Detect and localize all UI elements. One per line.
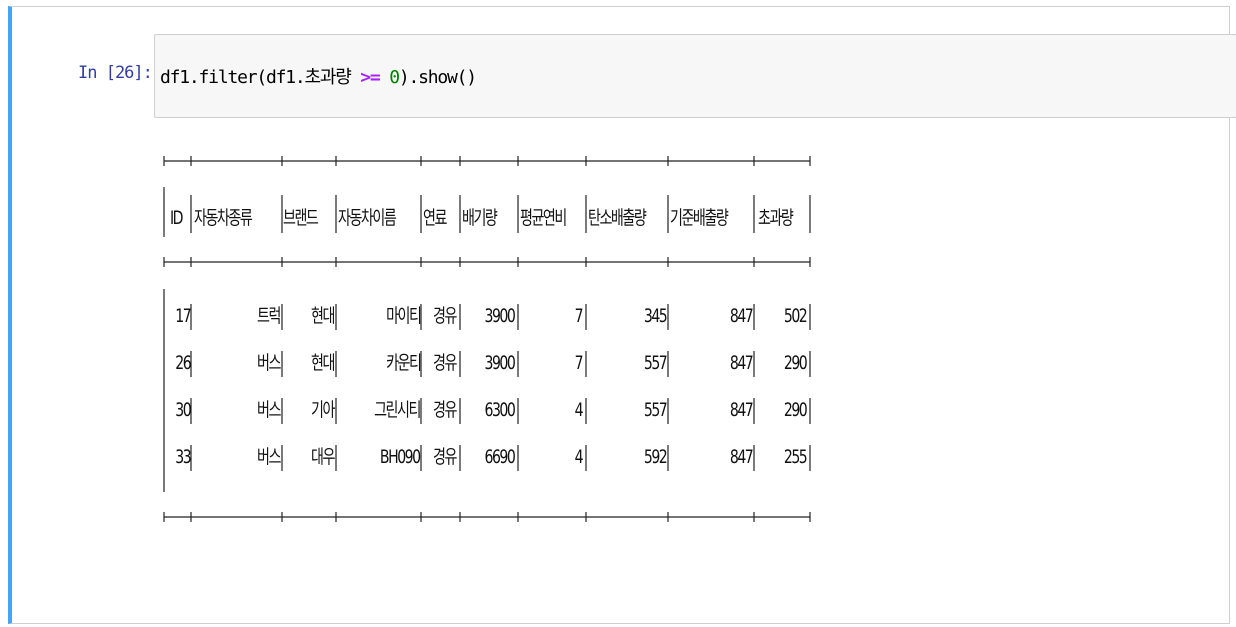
- table-cell: 17: [175, 305, 191, 327]
- number-token: 0: [389, 67, 400, 88]
- table-cell: 345: [643, 305, 668, 327]
- table-cell: 버스: [257, 399, 281, 421]
- table-cell: 경유: [433, 446, 457, 468]
- output-area: ID 자동차종류 브랜드 자동차이름 연료 배기량 평균연비 탄소배출량 기준배…: [158, 147, 818, 527]
- table-cell: 6300: [484, 399, 515, 421]
- header-cell: 연료: [423, 207, 447, 229]
- table-cell: 7: [574, 305, 584, 327]
- code-text: df1.filter(df1.초과량: [160, 67, 361, 88]
- table-row: 33 버스 대우 BH090 경유 6690 4 592 847 255: [158, 441, 818, 473]
- table-cell: 557: [643, 399, 668, 421]
- table-cell: 255: [783, 446, 808, 468]
- table-cell: 트럭: [257, 305, 281, 327]
- table-cell: 847: [729, 399, 754, 421]
- table-row: 26 버스 현대 카운티 경유 3900 7 557 847 290: [158, 347, 818, 379]
- header-cell: 자동차이름: [338, 207, 397, 229]
- table-cell: 502: [783, 305, 808, 327]
- table-cell: 26: [175, 352, 191, 374]
- operator-token: >=: [360, 67, 380, 88]
- table-cell: 현대: [311, 352, 335, 374]
- table-cell: 대우: [311, 446, 335, 468]
- notebook-cell[interactable]: In [26]: df1.filter(df1.초과량 >= 0).show()…: [8, 6, 1236, 624]
- table-cell: 4: [574, 399, 584, 421]
- table-cell: 카운티: [385, 352, 422, 374]
- code-line: df1.filter(df1.초과량 >= 0).show(): [160, 63, 477, 89]
- table-cell: 7: [574, 352, 584, 374]
- table-cell: 847: [729, 446, 754, 468]
- table-cell: 3900: [484, 352, 515, 374]
- table-cell: 버스: [257, 446, 281, 468]
- code-editor[interactable]: df1.filter(df1.초과량 >= 0).show(): [154, 34, 1236, 118]
- table-cell: 그린시티: [374, 399, 421, 421]
- table-cell: 557: [643, 352, 668, 374]
- header-cell: ID: [170, 207, 184, 229]
- header-cell: 자동차종류: [194, 207, 253, 229]
- table-cell: 경유: [433, 399, 457, 421]
- table-row: 30 버스 기아 그린시티 경유 6300 4 557 847 290: [158, 394, 818, 426]
- table-cell: 592: [643, 446, 668, 468]
- input-prompt: In [26]:: [78, 63, 153, 83]
- table-cell: 경유: [433, 352, 457, 374]
- table-cell: 4: [574, 446, 584, 468]
- table-cell: 30: [175, 399, 191, 421]
- table-cell: 847: [729, 352, 754, 374]
- table-cell: BH090: [380, 446, 421, 468]
- header-cell: 배기량: [462, 207, 498, 229]
- table-cell: 847: [729, 305, 754, 327]
- header-cell: 기준배출량: [670, 207, 729, 229]
- table-cell: 현대: [311, 305, 335, 327]
- table-cell: 290: [783, 399, 808, 421]
- header-cell: 초과량: [758, 207, 794, 229]
- table-cell: 3900: [484, 305, 515, 327]
- table-row: 17 트럭 현대 마이티 경유 3900 7 345 847 502: [158, 300, 818, 332]
- header-cell: 탄소배출량: [588, 207, 647, 229]
- table-cell: 경유: [433, 305, 457, 327]
- table-cell: 버스: [257, 352, 281, 374]
- table-cell: 마이티: [385, 305, 422, 327]
- header-cell: 평균연비: [520, 207, 567, 229]
- table-cell: 290: [783, 352, 808, 374]
- code-text-end: ).show(): [398, 67, 477, 88]
- table-cell: 6690: [484, 446, 515, 468]
- table-header-row: ID 자동차종류 브랜드 자동차이름 연료 배기량 평균연비 탄소배출량 기준배…: [158, 202, 818, 234]
- table-cell: 기아: [311, 399, 335, 421]
- table-cell: 33: [175, 446, 191, 468]
- header-cell: 브랜드: [283, 207, 319, 229]
